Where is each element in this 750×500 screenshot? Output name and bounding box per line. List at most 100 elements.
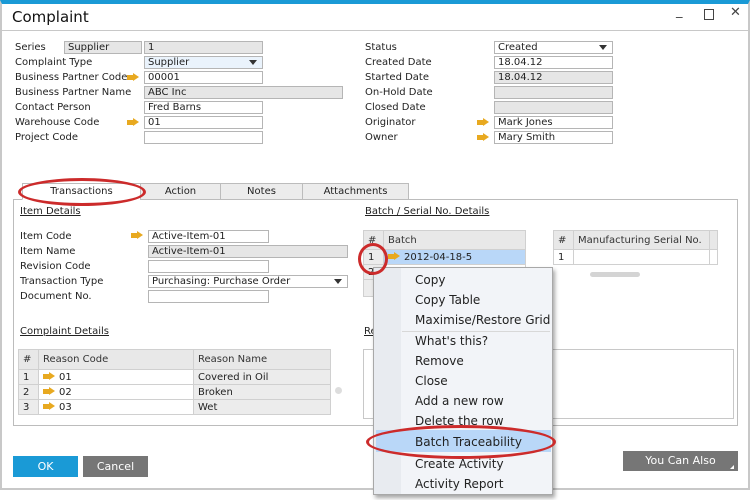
transaction-type-select[interactable]: Purchasing: Purchase Order bbox=[148, 275, 348, 288]
reason-code: 03 bbox=[59, 402, 72, 413]
warehouse-code-field[interactable]: 01 bbox=[144, 116, 263, 129]
document-no-label: Document No. bbox=[20, 291, 92, 302]
minimize-icon[interactable]: _ bbox=[676, 4, 683, 19]
reason-code: 02 bbox=[59, 387, 72, 398]
annotation-ellipse bbox=[18, 178, 146, 206]
status-label: Status bbox=[365, 42, 397, 53]
bp-code-label: Business Partner Code bbox=[15, 72, 128, 83]
ok-button[interactable]: OK bbox=[13, 456, 78, 477]
annotation-ellipse bbox=[358, 243, 388, 275]
complaint-type-select[interactable]: Supplier bbox=[144, 56, 263, 69]
created-date-label: Created Date bbox=[365, 57, 432, 68]
item-name-field: Active-Item-01 bbox=[148, 245, 348, 258]
batch-serial-heading: Batch / Serial No. Details bbox=[365, 206, 490, 217]
complaint-type-label: Complaint Type bbox=[15, 57, 93, 68]
series-select[interactable]: Supplier bbox=[64, 41, 142, 54]
series-number-field: 1 bbox=[144, 41, 263, 54]
series-label: Series bbox=[15, 42, 46, 53]
close-icon[interactable]: ✕ bbox=[730, 5, 741, 20]
link-arrow-icon[interactable] bbox=[127, 118, 139, 127]
project-code-field[interactable] bbox=[144, 131, 263, 144]
on-hold-date-label: On-Hold Date bbox=[365, 87, 433, 98]
table-row[interactable]: 1 bbox=[553, 249, 718, 265]
splitter-handle[interactable] bbox=[335, 387, 342, 394]
you-can-also-label: You Can Also bbox=[645, 454, 716, 467]
complaint-details-heading: Complaint Details bbox=[20, 326, 109, 337]
menu-item-maximise-restore-grid[interactable]: Maximise/Restore Grid bbox=[415, 312, 550, 328]
serial-number[interactable] bbox=[573, 249, 710, 265]
menu-item-copy-table[interactable]: Copy Table bbox=[415, 292, 480, 308]
row-number: 1 bbox=[18, 369, 39, 385]
item-code-field[interactable]: Active-Item-01 bbox=[148, 230, 269, 243]
tab-attachments[interactable]: Attachments bbox=[302, 183, 409, 200]
created-date-field[interactable]: 18.04.12 bbox=[494, 56, 613, 69]
batch-number: 2012-04-18-5 bbox=[404, 252, 473, 263]
started-date-field: 18.04.12 bbox=[494, 71, 613, 84]
tab-action[interactable]: Action bbox=[140, 183, 221, 200]
originator-field[interactable]: Mark Jones bbox=[494, 116, 613, 129]
menu-item-remove[interactable]: Remove bbox=[415, 353, 464, 369]
scroll-column bbox=[709, 230, 718, 250]
bp-code-field[interactable]: 00001 bbox=[144, 71, 263, 84]
link-arrow-icon[interactable] bbox=[477, 133, 489, 142]
menu-item-activity-report[interactable]: Activity Report bbox=[415, 476, 503, 492]
document-no-field[interactable] bbox=[148, 290, 269, 303]
maximize-icon[interactable] bbox=[704, 9, 714, 20]
link-arrow-icon[interactable] bbox=[127, 73, 139, 82]
closed-date-label: Closed Date bbox=[365, 102, 426, 113]
reason-code: 01 bbox=[59, 372, 72, 383]
item-details-heading: Item Details bbox=[20, 206, 81, 217]
col-header: # bbox=[553, 230, 574, 250]
owner-field[interactable]: Mary Smith bbox=[494, 131, 613, 144]
table-row[interactable]: 1 01 Covered in Oil bbox=[18, 369, 331, 385]
scroll-column bbox=[709, 249, 718, 265]
col-header: # bbox=[18, 349, 39, 370]
serial-table: # Manufacturing Serial No. 1 bbox=[553, 230, 718, 265]
table-row[interactable]: 2 02 Broken bbox=[18, 384, 331, 400]
link-arrow-icon[interactable] bbox=[477, 118, 489, 127]
link-arrow-icon[interactable] bbox=[388, 252, 400, 261]
bp-name-label: Business Partner Name bbox=[15, 87, 132, 98]
menu-item-copy[interactable]: Copy bbox=[415, 272, 445, 288]
menu-gutter bbox=[374, 268, 401, 494]
corner-arrow-icon bbox=[730, 465, 734, 469]
menu-separator bbox=[402, 331, 550, 332]
col-header[interactable]: Manufacturing Serial No. bbox=[573, 230, 710, 250]
transaction-type-label: Transaction Type bbox=[20, 276, 104, 287]
tab-notes[interactable]: Notes bbox=[220, 183, 303, 200]
link-arrow-icon[interactable] bbox=[131, 231, 143, 240]
revision-code-label: Revision Code bbox=[20, 261, 91, 272]
owner-label: Owner bbox=[365, 132, 398, 143]
reasons-table: # Reason Code Reason Name 1 01 Covered in Oi… bbox=[18, 349, 331, 415]
row-number: 1 bbox=[553, 249, 574, 265]
item-code-label: Item Code bbox=[20, 231, 72, 242]
col-header[interactable]: Batch bbox=[383, 230, 526, 250]
col-header[interactable]: Reason Name bbox=[193, 349, 331, 370]
row-number: 3 bbox=[18, 399, 39, 415]
bp-name-field: ABC Inc bbox=[144, 86, 343, 99]
contact-person-field[interactable]: Fred Barns bbox=[144, 101, 263, 114]
horizontal-scrollbar[interactable] bbox=[590, 272, 640, 277]
col-header[interactable]: Reason Code bbox=[38, 349, 194, 370]
menu-item-close[interactable]: Close bbox=[415, 373, 448, 389]
menu-item-add-row[interactable]: Add a new row bbox=[415, 393, 504, 409]
menu-item-whats-this[interactable]: What's this? bbox=[415, 333, 488, 349]
revision-code-field[interactable] bbox=[148, 260, 269, 273]
reason-name: Broken bbox=[193, 384, 331, 400]
reason-name: Covered in Oil bbox=[193, 369, 331, 385]
closed-date-field bbox=[494, 101, 613, 114]
you-can-also-button[interactable]: You Can Also bbox=[623, 451, 738, 471]
originator-label: Originator bbox=[365, 117, 416, 128]
status-select[interactable]: Created bbox=[494, 41, 613, 54]
context-menu: Copy Copy Table Maximise/Restore Grid Wh… bbox=[373, 267, 553, 495]
link-arrow-icon[interactable] bbox=[43, 387, 55, 396]
link-arrow-icon[interactable] bbox=[43, 402, 55, 411]
cancel-button[interactable]: Cancel bbox=[83, 456, 148, 477]
annotation-ellipse bbox=[366, 425, 556, 459]
warehouse-code-label: Warehouse Code bbox=[15, 117, 100, 128]
contact-person-label: Contact Person bbox=[15, 102, 91, 113]
table-row[interactable]: 3 03 Wet bbox=[18, 399, 331, 415]
project-code-label: Project Code bbox=[15, 132, 78, 143]
window-title: Complaint bbox=[12, 8, 89, 26]
link-arrow-icon[interactable] bbox=[43, 372, 55, 381]
